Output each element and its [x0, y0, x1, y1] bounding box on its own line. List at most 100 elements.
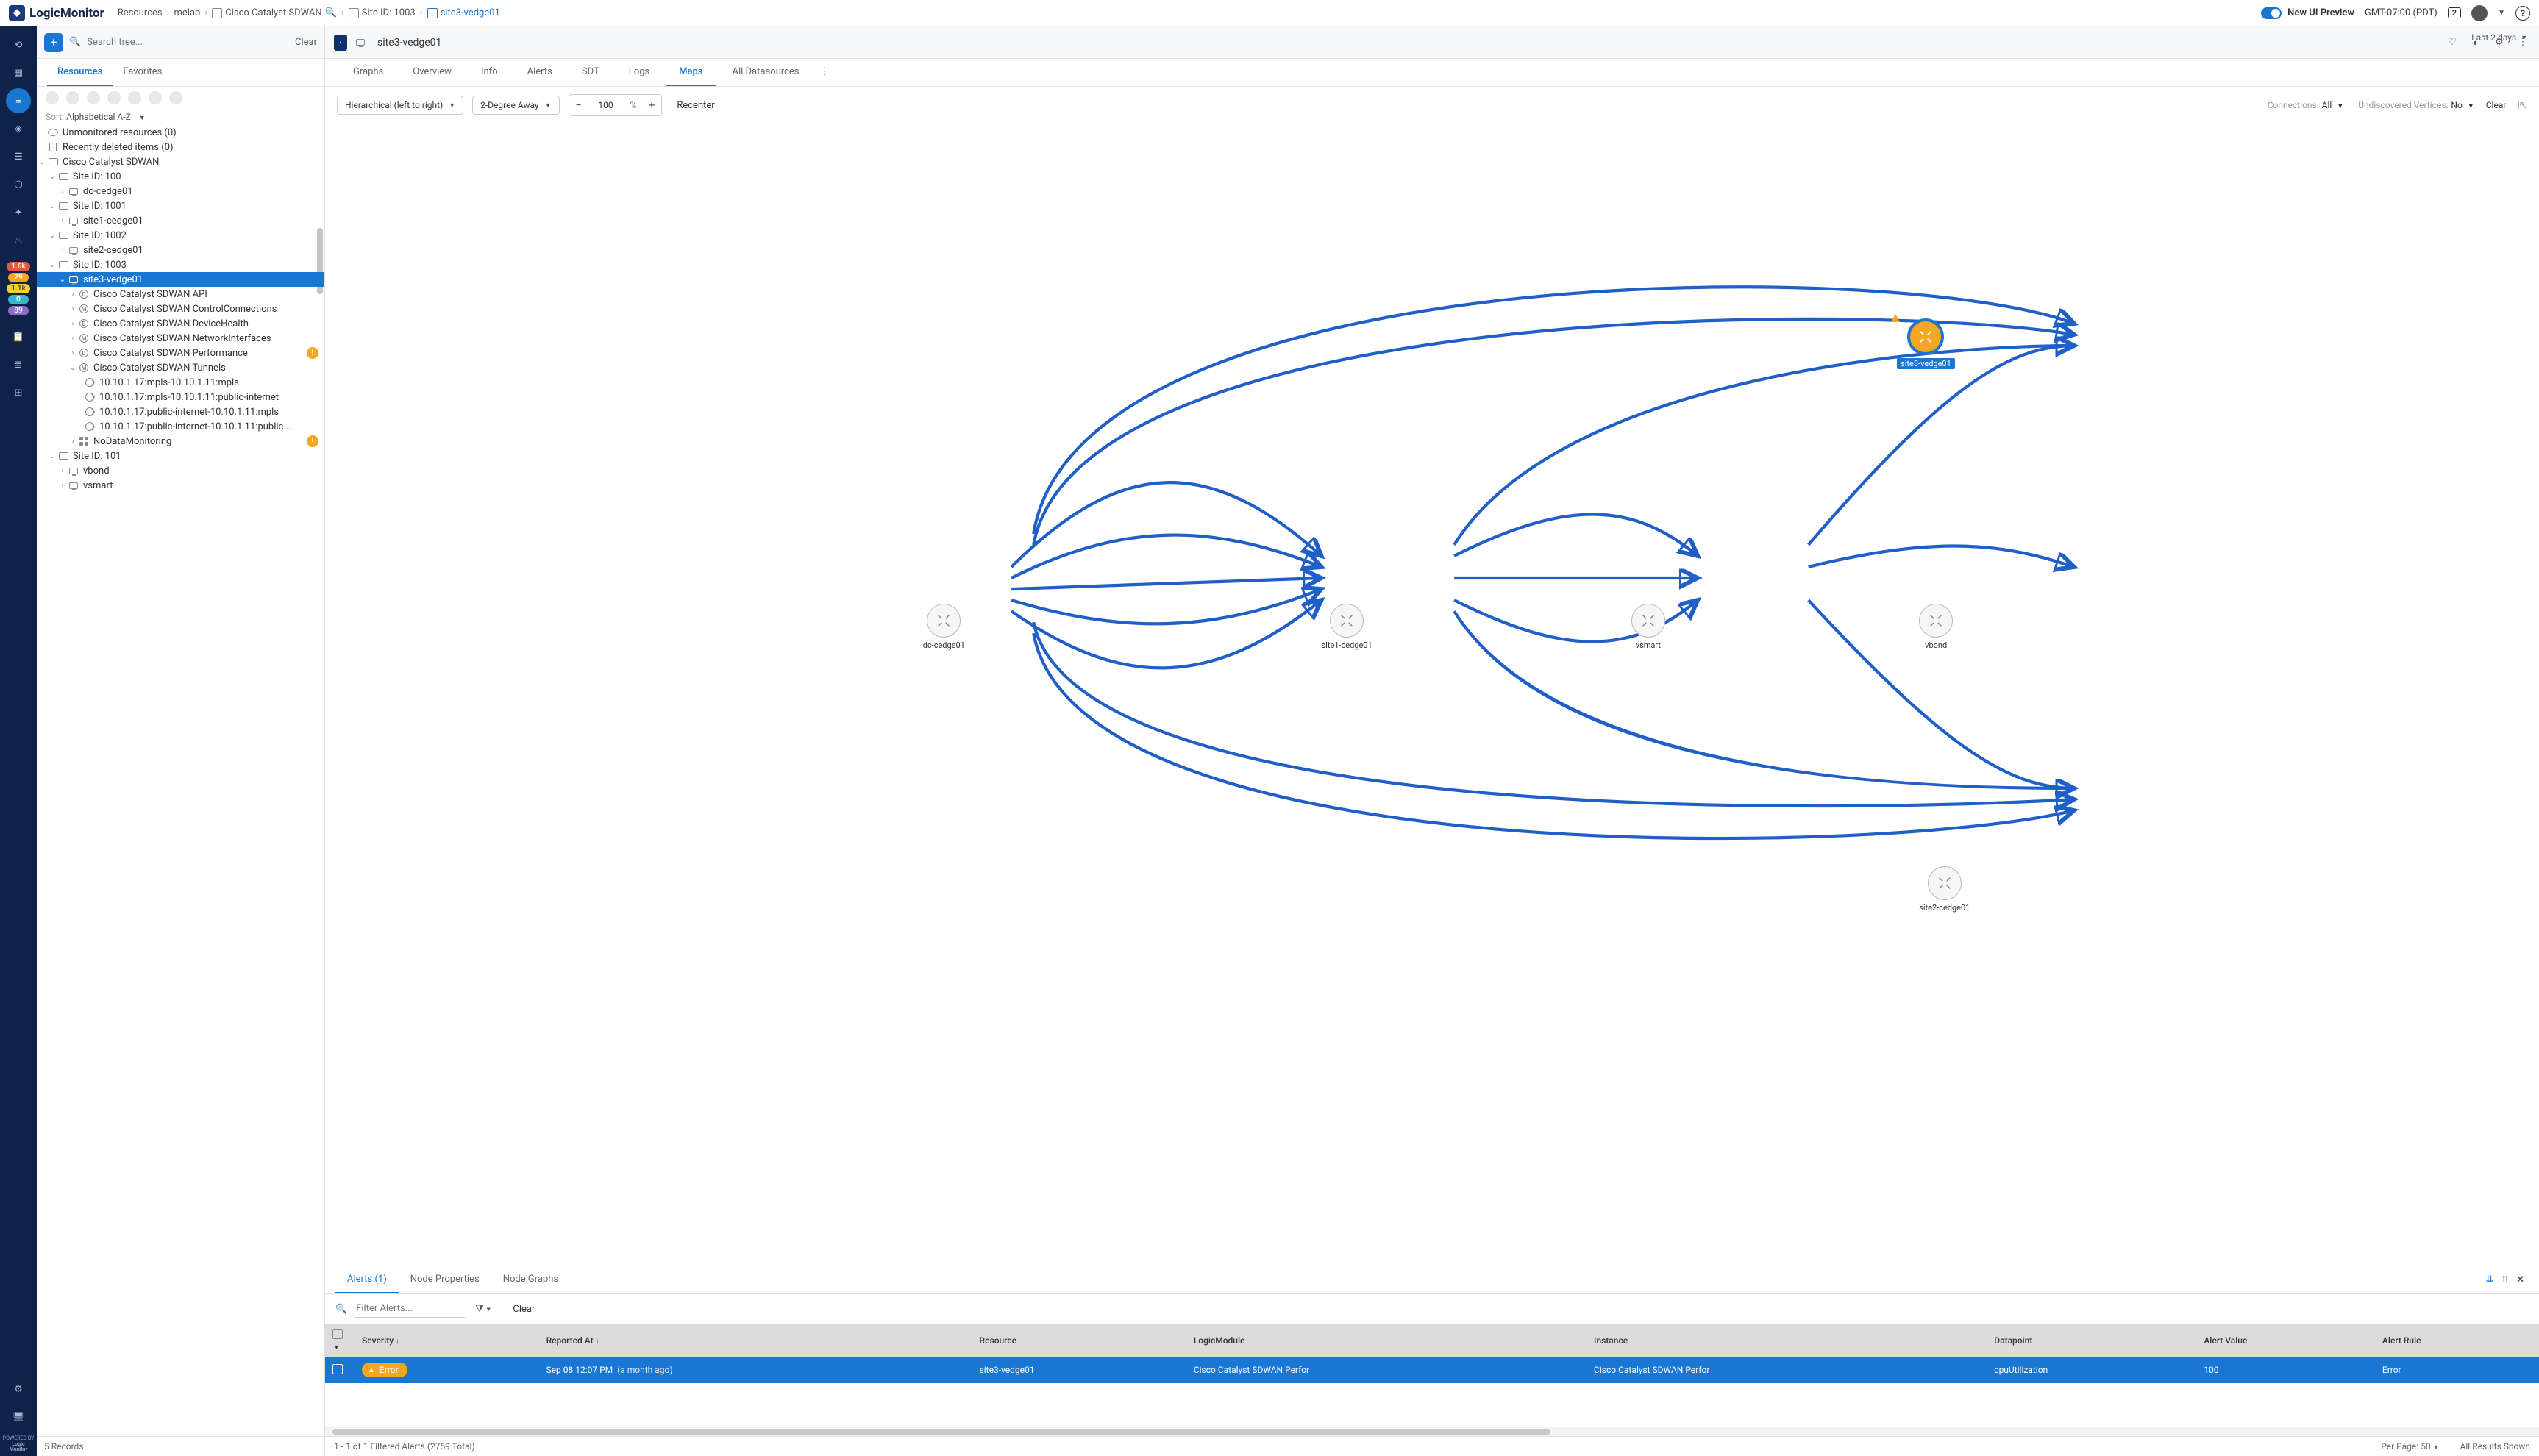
- alerts-clear-button[interactable]: Clear: [513, 1304, 535, 1315]
- breadcrumb-site[interactable]: Site ID: 1003: [349, 7, 416, 18]
- tree-deleted[interactable]: Recently deleted items (0): [37, 140, 324, 154]
- alert-resource-link[interactable]: site3-vedge01: [980, 1365, 1035, 1375]
- badge-warn[interactable]: 1.1k: [7, 284, 30, 293]
- scrollbar-thumb[interactable]: [332, 1429, 1550, 1435]
- breadcrumb-resources[interactable]: Resources: [118, 7, 163, 18]
- zoom-in-button[interactable]: +: [642, 95, 661, 115]
- map-node-dc[interactable]: dc-cedge01: [923, 604, 965, 650]
- chevron-down-icon[interactable]: ▼: [2498, 9, 2505, 17]
- open-external-icon[interactable]: ⇱: [2518, 99, 2527, 112]
- nav-plugin-icon[interactable]: ⊞: [6, 380, 31, 405]
- tree-site[interactable]: ⌄Site ID: 101: [37, 449, 324, 463]
- tree-device[interactable]: ›site1-cedge01: [37, 213, 324, 228]
- row-checkbox[interactable]: [332, 1364, 343, 1374]
- nav-settings-icon[interactable]: ⚙: [6, 1377, 31, 1402]
- close-icon[interactable]: ✕: [2516, 1274, 2524, 1285]
- collapse-down-icon[interactable]: ⇊: [2485, 1274, 2493, 1285]
- tree-device[interactable]: ›vsmart: [37, 478, 324, 493]
- filter-sdt-icon[interactable]: [107, 91, 121, 104]
- map-clear-button[interactable]: Clear: [2486, 100, 2507, 110]
- tree-datasource[interactable]: ›DCisco Catalyst SDWAN Performance: [37, 346, 324, 360]
- nav-back-icon[interactable]: ⟲: [6, 32, 31, 57]
- map-node-selected[interactable]: site3-vedge01: [1897, 318, 1955, 369]
- filter-icon[interactable]: ⧩ ▾: [475, 1304, 491, 1315]
- favorite-icon[interactable]: ♡: [2445, 35, 2460, 50]
- back-button[interactable]: ‹: [334, 35, 347, 51]
- tree-datasource[interactable]: ›DCisco Catalyst SDWAN API: [37, 287, 324, 301]
- layout-select[interactable]: Hierarchical (left to right)▼: [337, 96, 463, 115]
- tree-search-input[interactable]: [85, 34, 210, 51]
- add-button[interactable]: +: [44, 33, 63, 52]
- degree-select[interactable]: 2-Degree Away▼: [472, 96, 559, 115]
- nav-clipboard-icon[interactable]: 📋: [6, 324, 31, 349]
- new-ui-toggle[interactable]: New UI Preview: [2261, 7, 2354, 19]
- tab-overview[interactable]: Overview: [399, 59, 465, 86]
- filter-critical-icon[interactable]: [46, 91, 59, 104]
- nav-list-icon[interactable]: ☰: [6, 144, 31, 169]
- filter-error-icon[interactable]: [66, 91, 79, 104]
- badge-other[interactable]: 89: [8, 306, 29, 315]
- caret-down-icon[interactable]: ⌄: [37, 158, 47, 166]
- tree-site[interactable]: ⌄Site ID: 1002: [37, 228, 324, 243]
- filter-dead-icon[interactable]: [128, 91, 141, 104]
- nav-fire-icon[interactable]: ♨: [6, 228, 31, 253]
- col-datapoint[interactable]: Datapoint: [1987, 1324, 2196, 1357]
- map-node-site1[interactable]: site1-cedge01: [1322, 604, 1372, 650]
- col-resource[interactable]: Resource: [972, 1324, 1186, 1357]
- tab-node-properties[interactable]: Node Properties: [399, 1266, 491, 1293]
- col-logicmodule[interactable]: LogicModule: [1186, 1324, 1587, 1357]
- tab-resources[interactable]: Resources: [47, 59, 113, 86]
- tree-root[interactable]: ⌄Cisco Catalyst SDWAN: [37, 154, 324, 169]
- tree-sort[interactable]: Sort: Alphabetical A-Z ▼: [37, 109, 324, 125]
- search-icon[interactable]: 🔍: [325, 7, 337, 18]
- tab-alerts[interactable]: Alerts: [514, 59, 566, 86]
- nav-monitor-icon[interactable]: 🖥: [6, 1405, 31, 1430]
- col-severity[interactable]: Severity↓: [355, 1324, 539, 1357]
- tab-more-icon[interactable]: ⋮: [815, 59, 833, 86]
- nav-topology-icon[interactable]: ✦: [6, 200, 31, 225]
- tree-instance[interactable]: 10.10.1.17:public-internet-10.10.1.11:pu…: [37, 419, 324, 434]
- time-range-selector[interactable]: Last 2 days▼: [2471, 32, 2527, 43]
- filter-conf-icon[interactable]: [149, 91, 162, 104]
- nav-bars-icon[interactable]: ≣: [6, 352, 31, 377]
- tree-site[interactable]: ⌄Site ID: 1003: [37, 257, 324, 272]
- tree-site[interactable]: ⌄Site ID: 1001: [37, 199, 324, 213]
- horizontal-scrollbar[interactable]: [325, 1427, 2539, 1436]
- help-icon[interactable]: ?: [2515, 6, 2530, 21]
- timezone-label[interactable]: GMT-07:00 (PDT): [2365, 7, 2437, 18]
- clear-search-button[interactable]: Clear: [295, 37, 317, 48]
- col-alert-rule[interactable]: Alert Rule: [2375, 1324, 2539, 1357]
- alerts-filter-input[interactable]: [355, 1300, 465, 1318]
- tab-node-alerts[interactable]: Alerts (1): [335, 1266, 399, 1293]
- per-page-select[interactable]: Per Page: 50 ▼: [2381, 1441, 2439, 1452]
- badge-info[interactable]: 0: [8, 295, 29, 304]
- filter-other-icon[interactable]: [169, 91, 182, 104]
- undiscovered-filter[interactable]: Undiscovered Vertices:No ▼: [2355, 100, 2474, 110]
- tab-favorites[interactable]: Favorites: [113, 59, 172, 86]
- badge-critical[interactable]: 1.6k: [7, 262, 30, 271]
- collapse-up-icon[interactable]: ⇈: [2501, 1274, 2509, 1285]
- topology-map[interactable]: dc-cedge01 site1-cedge01 vsmart vbond si…: [325, 124, 2539, 1266]
- col-instance[interactable]: Instance: [1587, 1324, 1987, 1357]
- alert-row[interactable]: Error Sep 08 12:07 PM (a month ago) site…: [325, 1357, 2539, 1383]
- tree-device-selected[interactable]: ⌄site3-vedge01: [37, 272, 324, 287]
- nav-dashboard-icon[interactable]: ▦: [6, 60, 31, 85]
- map-node-vsmart[interactable]: vsmart: [1631, 604, 1665, 650]
- filter-warn-icon[interactable]: [87, 91, 100, 104]
- nav-layers-icon[interactable]: ◈: [6, 116, 31, 141]
- tree-datasource[interactable]: ›MCisco Catalyst SDWAN NetworkInterfaces: [37, 331, 324, 346]
- tree-device[interactable]: ›vbond: [37, 463, 324, 478]
- tree-datasource[interactable]: ›MCisco Catalyst SDWAN ControlConnection…: [37, 301, 324, 316]
- tree-nodata[interactable]: ›NoDataMonitoring: [37, 434, 324, 449]
- breadcrumb-device[interactable]: site3-vedge01: [427, 7, 500, 18]
- connections-filter[interactable]: Connections:All ▼: [2265, 100, 2344, 110]
- recenter-button[interactable]: Recenter: [671, 96, 720, 115]
- select-all-checkbox[interactable]: [332, 1329, 343, 1339]
- map-node-vbond[interactable]: vbond: [1919, 604, 1953, 650]
- alert-instance-link[interactable]: Cisco Catalyst SDWAN Perfor: [1594, 1365, 1709, 1375]
- nav-resources-icon[interactable]: ≡: [6, 88, 31, 113]
- tree-instance[interactable]: 10.10.1.17:mpls-10.10.1.11:mpls: [37, 375, 324, 390]
- zoom-out-button[interactable]: −: [569, 95, 588, 115]
- tree-unmonitored[interactable]: Unmonitored resources (0): [37, 125, 324, 140]
- alert-lm-link[interactable]: Cisco Catalyst SDWAN Perfor: [1194, 1365, 1309, 1375]
